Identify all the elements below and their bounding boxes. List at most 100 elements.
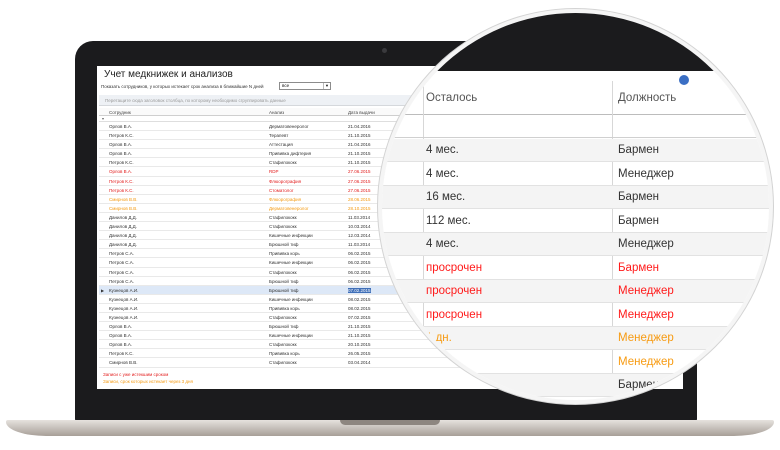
cell-date: 21.04.2016 <box>348 142 371 148</box>
cell-analysis: Прививка корь <box>269 351 300 357</box>
cell-analysis: Брюшной тиф <box>269 324 299 330</box>
magnifier-cell-left: просрочен <box>426 261 483 274</box>
cell-employee: Данилов Д.Д. <box>109 224 137 230</box>
cell-date: 28.10.2015 <box>348 205 371 211</box>
cell-date: 12.03.2014 <box>348 233 371 239</box>
cell-analysis: Флюорография <box>269 196 302 202</box>
magnifier-row: 4 мес. Менеджер <box>382 163 769 186</box>
cell-analysis: Терапевт <box>269 133 289 139</box>
magnifier-cell-position: Бармен <box>618 191 659 203</box>
cell-employee: Орлов В.А. <box>109 324 133 330</box>
days-filter-select[interactable]: все ▼ <box>279 82 331 90</box>
days-filter-value: все <box>282 83 290 88</box>
magnifier-cell-left: 16 мес. <box>426 191 466 203</box>
cell-date: 08.02.2015 <box>348 296 371 302</box>
magnifier-header: Осталось Должность <box>382 81 769 115</box>
legend-expiring: Записи, срок которых истекает через 3 дн… <box>103 379 193 384</box>
cell-analysis: Стафилококк <box>269 214 297 220</box>
magnifier-lens: Осталось Должность 4 мес. Бармен 4 мес. Мен… <box>378 9 773 404</box>
cell-analysis: RDP <box>269 169 279 175</box>
cell-analysis: Стафилококк <box>269 269 297 275</box>
row-indicator-icon: ▶ <box>101 287 105 293</box>
magnifier-cell-position: Бармен <box>618 261 659 274</box>
magnifier-row: просрочен Менеджер <box>382 280 769 303</box>
cell-employee: Смирнов В.В. <box>109 205 138 211</box>
cell-employee: Петров К.С. <box>109 133 134 139</box>
cell-employee: Петров К.С. <box>109 178 134 184</box>
cell-employee: Орлов В.А. <box>109 169 133 175</box>
cell-date: 21.10.2015 <box>348 133 371 139</box>
magnifier-cell-left: просрочен <box>426 285 483 297</box>
cell-employee: Орлов В.А. <box>109 151 133 157</box>
magnifier-row: 112 мес. Бармен <box>382 210 769 233</box>
cell-analysis: Стафилококк <box>269 314 297 320</box>
cell-analysis: Дерматовенеролог <box>269 124 309 129</box>
cell-date: 06.02.2015 <box>348 260 371 266</box>
cell-employee: Орлов В.А. <box>109 124 133 129</box>
cell-employee: Кузнецов А.И. <box>109 305 139 311</box>
magnifier-header-position: Должность <box>618 92 677 104</box>
cell-date: 26.05.2015 <box>348 351 371 357</box>
magnifier-cell-left: 4 мес. <box>426 238 459 250</box>
cell-employee: Кузнецов А.И. <box>109 287 139 293</box>
cell-employee: Смирнов В.В. <box>109 196 138 202</box>
cell-analysis: Прививка корь <box>269 251 300 257</box>
cell-employee: Петров К.С. <box>109 187 134 193</box>
cell-employee: Орлов В.А. <box>109 342 133 348</box>
cell-employee: Петров К.С. <box>109 160 134 166</box>
scroll-down-icon: ▼ <box>682 370 689 377</box>
chevron-down-icon[interactable]: ▼ <box>323 83 330 89</box>
cell-date: 11.03.2014 <box>348 214 371 220</box>
cell-date: 21.10.2015 <box>348 333 371 339</box>
magnifier-cell-left: 1 дн. <box>426 332 452 344</box>
magnifier-cell-position: Бармен <box>618 379 659 391</box>
cell-date: 20.10.2015 <box>348 342 371 348</box>
cell-employee: Петров С.А. <box>109 260 135 266</box>
cell-date: 11.03.2014 <box>348 242 371 248</box>
window-title: Учет медкнижек и анализов <box>104 69 233 80</box>
cell-date: 21.10.2015 <box>348 151 371 157</box>
magnifier-cell-position: Менеджер <box>618 238 674 250</box>
magnifier-cell-left: 112 мес. <box>426 214 471 227</box>
cell-date: 03.04.2014 <box>348 360 371 366</box>
filter-label: Показать сотрудников, у которых истекает… <box>101 84 264 89</box>
cell-date: 21.10.2015 <box>348 324 371 330</box>
magnifier-row: просрочен Бармен <box>382 257 769 280</box>
cell-analysis: Брюшной тиф <box>269 287 299 293</box>
cell-date: 10.03.2014 <box>348 224 371 230</box>
cell-analysis: Флюорография <box>269 178 302 184</box>
cell-employee: Кузнецов А.И. <box>109 296 139 302</box>
cell-analysis: Стафилококк <box>269 160 297 166</box>
column-header-date[interactable]: Дата выдачи <box>348 110 375 115</box>
cell-analysis: Стафилококк <box>269 360 297 366</box>
cell-employee: Петров К.С. <box>109 351 134 357</box>
cell-date: 06.02.2015 <box>348 269 371 275</box>
magnifier-cell-position: Менеджер <box>618 308 674 321</box>
cell-employee: Данилов Д.Д. <box>109 233 137 239</box>
cell-analysis: Прививка корь <box>269 305 300 311</box>
magnifier-row: 16 мес. Бармен <box>382 186 769 209</box>
cell-analysis: Кишечные инфекции <box>269 260 313 266</box>
cell-analysis: Брюшной тиф <box>269 242 299 248</box>
cell-employee: Орлов В.А. <box>109 333 133 339</box>
magnifier-row: 4 мес. Менеджер <box>382 233 769 256</box>
magnifier-cell-left: 1 дн. <box>426 355 452 368</box>
cell-date: 28.06.2015 <box>348 196 371 202</box>
column-header-employee[interactable]: Сотрудник <box>109 110 131 115</box>
magnifier-cell-left: 4 мес. <box>426 167 459 180</box>
magnifier-cell-left: 4 мес. <box>426 144 459 156</box>
magnifier-content: Осталось Должность 4 мес. Бармен 4 мес. Мен… <box>382 13 769 400</box>
magnifier-cell-position: Менеджер <box>618 285 674 297</box>
filter-icon[interactable]: ▾ <box>102 116 104 121</box>
cell-date: 07.02.2015 <box>348 314 371 320</box>
legend-expired: Записи с уже истекшим сроком <box>103 372 169 377</box>
cell-analysis: Дерматовенеролог <box>269 205 309 211</box>
cell-date: 27.06.2015 <box>348 169 371 175</box>
cell-date: 27.06.2015 <box>348 187 371 193</box>
column-header-analysis[interactable]: Анализ <box>269 110 284 115</box>
cell-employee: Орлов В.А. <box>109 142 133 148</box>
cell-date: 27.06.2015 <box>348 178 371 184</box>
cell-employee: Данилов Д.Д. <box>109 242 137 248</box>
magnifier-cell-position: Бармен <box>618 214 659 227</box>
stage: Учет медкнижек и анализов ? Показать сот… <box>0 0 780 450</box>
